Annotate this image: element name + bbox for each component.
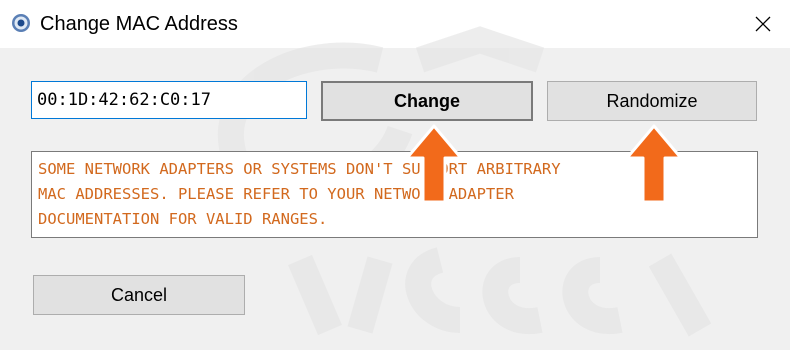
randomize-button-label: Randomize <box>606 90 698 111</box>
close-button[interactable] <box>735 0 790 48</box>
change-button[interactable]: Change <box>321 81 533 121</box>
arrow-up-icon <box>405 124 463 204</box>
cancel-button[interactable]: Cancel <box>33 275 245 315</box>
randomize-button[interactable]: Randomize <box>547 81 757 121</box>
change-button-label: Change <box>393 90 460 111</box>
mac-address-input[interactable] <box>31 81 307 119</box>
network-adapter-icon <box>12 14 30 32</box>
cancel-button-label: Cancel <box>110 284 168 305</box>
arrow-up-icon <box>625 124 683 204</box>
dialog-window: Change MAC Address Change Randomize SOME… <box>0 0 790 350</box>
window-title: Change MAC Address <box>40 13 238 35</box>
title-bar[interactable]: Change MAC Address <box>0 0 790 48</box>
close-icon <box>755 16 770 32</box>
